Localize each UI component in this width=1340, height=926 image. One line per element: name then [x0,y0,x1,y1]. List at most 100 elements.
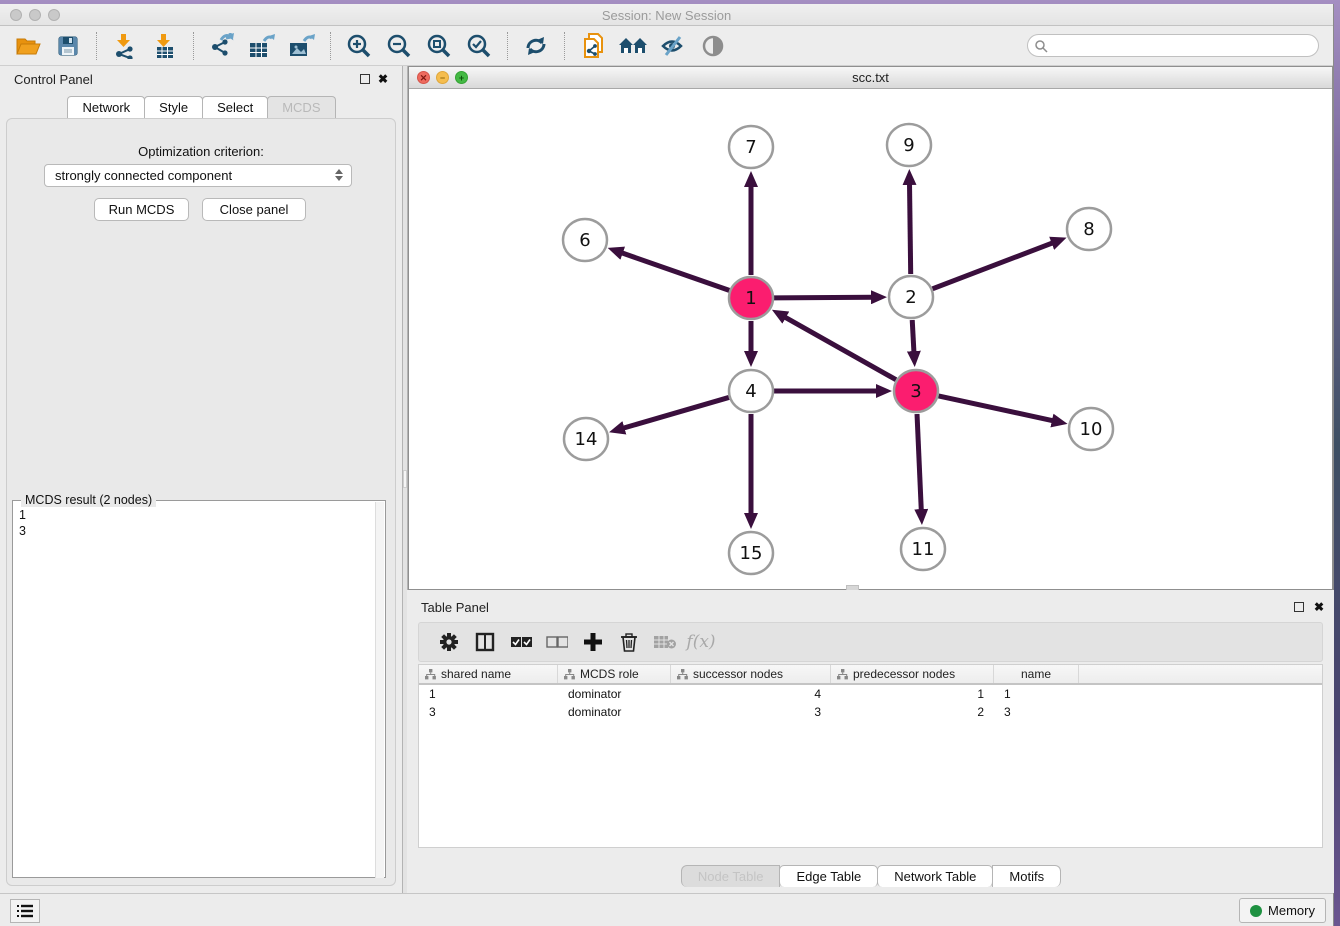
column-header-MCDS-role[interactable]: MCDS role [558,665,671,683]
close-panel-icon[interactable]: ✖ [378,72,388,86]
select-all-columns-icon[interactable] [503,627,539,657]
result-scrollbar[interactable] [375,502,384,878]
import-network-icon[interactable] [105,31,145,61]
svg-text:4: 4 [745,381,756,402]
splitter-handle[interactable] [403,470,407,488]
column-header-label[interactable]: MCDS role [580,667,639,681]
delete-table-icon[interactable] [647,627,683,657]
apply-layout-icon[interactable] [516,31,556,61]
memory-button[interactable]: Memory [1239,898,1326,923]
export-network-icon[interactable] [202,31,242,61]
svg-text:15: 15 [740,543,763,564]
table-cell[interactable]: 2 [831,705,994,721]
column-header-predecessor-nodes[interactable]: predecessor nodes [831,665,994,683]
graph-edge-2-9[interactable] [910,183,911,274]
function-builder-icon[interactable]: f(x) [683,627,719,657]
table-settings-icon[interactable] [431,627,467,657]
graph-node-9[interactable]: 9 [887,124,931,166]
table-float-icon[interactable] [1294,602,1304,612]
network-canvas[interactable]: 7 9 6 8 1 2 4 3 14 10 15 11 [409,89,1332,589]
zoom-in-icon[interactable] [339,31,379,61]
network-window-titlebar[interactable]: ✕ − + scc.txt [409,67,1332,89]
export-table-icon[interactable] [242,31,282,61]
column-header-label[interactable]: name [1021,667,1051,681]
table-header-row: shared name MCDS role successor nodes prede… [419,665,1322,685]
table-cell[interactable]: 4 [671,687,831,703]
clone-network-icon[interactable] [573,31,613,61]
graph-edge-3-1[interactable] [784,317,896,380]
hide-selected-icon[interactable] [653,31,693,61]
mcds-result-lines: 13 [19,507,26,539]
save-session-icon[interactable] [48,31,88,61]
table-row[interactable]: 3dominator323 [419,705,1322,721]
graph-edge-2-3[interactable] [912,320,914,353]
open-session-icon[interactable] [8,31,48,61]
table-close-icon[interactable]: ✖ [1314,600,1324,614]
column-header-label[interactable]: successor nodes [693,667,783,681]
zoom-selected-icon[interactable] [459,31,499,61]
graph-node-1[interactable]: 1 [729,277,773,319]
export-image-icon[interactable] [282,31,322,61]
graph-edge-3-10[interactable] [938,396,1053,421]
tab-network-table[interactable]: Network Table [877,865,993,887]
column-header-name[interactable]: name [994,665,1079,683]
graph-node-3[interactable]: 3 [894,370,938,412]
tab-style[interactable]: Style [144,96,203,118]
table-cell[interactable]: 1 [419,687,558,703]
graph-node-8[interactable]: 8 [1067,208,1111,250]
close-panel-button[interactable]: Close panel [202,198,306,221]
graph-edge-1-2[interactable] [774,297,873,298]
table-cell[interactable]: 3 [419,705,558,721]
graph-node-4[interactable]: 4 [729,370,773,412]
import-table-icon[interactable] [145,31,185,61]
table-cell[interactable]: 3 [994,705,1079,721]
graph-edge-4-14[interactable] [622,397,728,428]
float-panel-icon[interactable] [360,74,370,84]
table-cell[interactable]: 3 [671,705,831,721]
graph-node-14[interactable]: 14 [564,418,608,460]
svg-text:6: 6 [579,230,590,251]
zoom-fit-icon[interactable] [419,31,459,61]
add-column-icon[interactable] [575,627,611,657]
show-column-icon[interactable] [467,627,503,657]
graph-edge-2-8[interactable] [932,243,1053,289]
graph-node-11[interactable]: 11 [901,528,945,570]
column-header-label[interactable]: shared name [441,667,511,681]
graph-node-7[interactable]: 7 [729,126,773,168]
graph-node-6[interactable]: 6 [563,219,607,261]
graph-edge-3-11[interactable] [917,414,921,511]
table-row[interactable]: 1dominator411 [419,687,1322,703]
column-header-label[interactable]: predecessor nodes [853,667,955,681]
unselect-all-columns-icon[interactable] [539,627,575,657]
graph-node-10[interactable]: 10 [1069,408,1113,450]
table-cell[interactable]: 1 [831,687,994,703]
networks-overview-icon[interactable] [613,31,653,61]
result-line: 3 [19,523,26,539]
svg-text:3: 3 [910,381,921,402]
search-input[interactable] [1048,39,1318,53]
column-header-successor-nodes[interactable]: successor nodes [671,665,831,683]
show-eye-icon[interactable] [693,31,733,61]
graph-node-15[interactable]: 15 [729,532,773,574]
control-panel: Control Panel ✖ NetworkStyleSelectMCDS O… [0,66,402,893]
tab-node-table[interactable]: Node Table [681,865,781,887]
tab-edge-table[interactable]: Edge Table [779,865,878,887]
run-mcds-button[interactable]: Run MCDS [94,198,189,221]
table-cell[interactable]: 1 [994,687,1079,703]
zoom-out-icon[interactable] [379,31,419,61]
task-history-button[interactable] [10,899,40,923]
search-field[interactable] [1027,34,1319,57]
node-table[interactable]: shared name MCDS role successor nodes prede… [418,664,1323,848]
tab-mcds[interactable]: MCDS [267,96,335,118]
delete-column-icon[interactable] [611,627,647,657]
tab-motifs[interactable]: Motifs [992,865,1061,887]
graph-node-2[interactable]: 2 [889,276,933,318]
optimization-criterion-dropdown[interactable]: strongly connected component [44,164,352,187]
column-header-shared-name[interactable]: shared name [419,665,558,683]
graph-edge-1-6[interactable] [621,253,729,291]
tab-network[interactable]: Network [67,96,145,118]
table-cell[interactable]: dominator [558,687,671,703]
control-panel-title: Control Panel [14,72,93,87]
tab-select[interactable]: Select [202,96,268,118]
table-cell[interactable]: dominator [558,705,671,721]
